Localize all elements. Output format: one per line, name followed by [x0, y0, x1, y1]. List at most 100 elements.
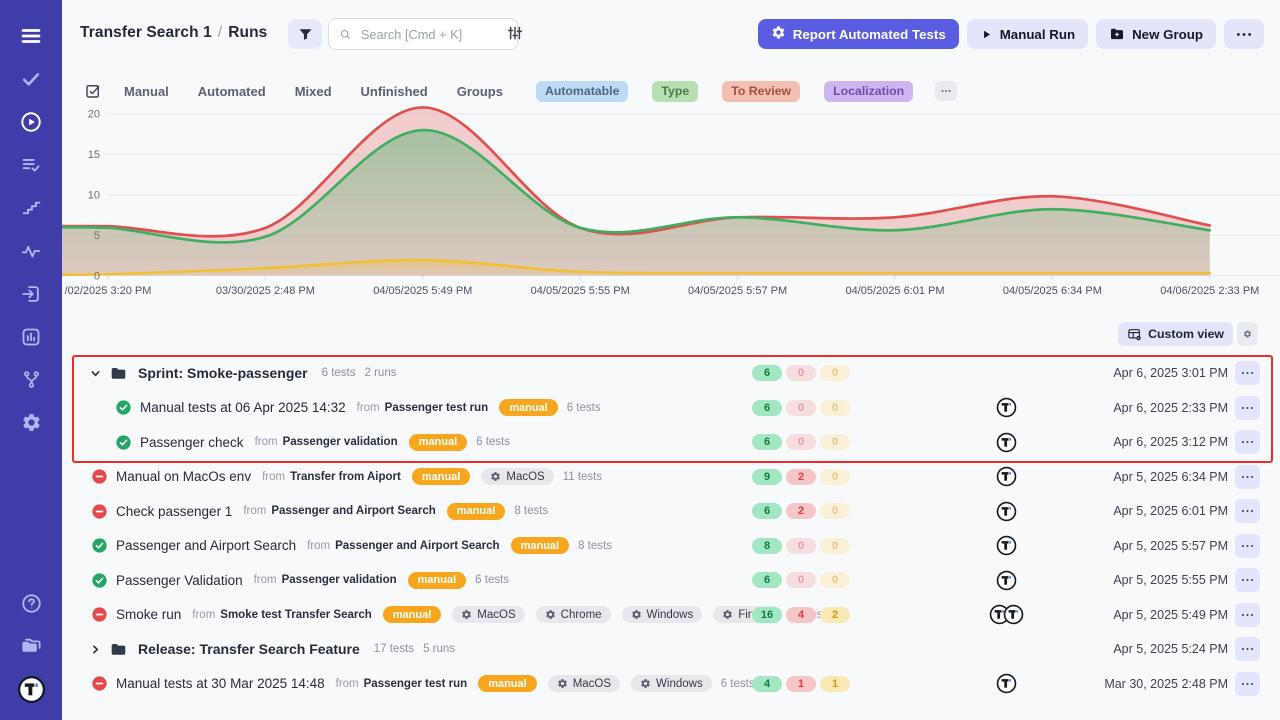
count-pill-passed: 8 — [752, 538, 782, 554]
reports-icon[interactable] — [0, 315, 62, 358]
row-more-button[interactable] — [1235, 361, 1260, 385]
filter-chip-automatable[interactable]: Automatable — [536, 81, 628, 102]
manual-run-button[interactable]: Manual Run — [967, 19, 1088, 49]
run-title[interactable]: Check passenger 1 — [116, 504, 232, 519]
row-more-button[interactable] — [1235, 568, 1260, 592]
runs-history-chart: 05101520/02/2025 3:20 PM03/30/2025 2:48 … — [62, 106, 1280, 302]
run-row[interactable]: Smoke runfromSmoke test Transfer Searchm… — [62, 598, 1280, 633]
row-more-button[interactable] — [1235, 637, 1260, 661]
select-runs-icon[interactable] — [84, 82, 102, 100]
chevron-right-icon[interactable] — [90, 644, 101, 655]
sidebar-nav — [0, 14, 62, 444]
run-title[interactable]: Manual tests at 30 Mar 2025 14:48 — [116, 676, 325, 691]
row-more-button[interactable] — [1235, 603, 1260, 627]
source-plan-name: Passenger and Airport Search — [271, 505, 435, 517]
run-date: Apr 5, 2025 5:49 PM — [1113, 598, 1228, 633]
tab-groups[interactable]: Groups — [457, 84, 503, 99]
custom-view-button[interactable]: Custom view — [1118, 322, 1233, 346]
import-icon[interactable] — [0, 272, 62, 315]
report-automated-tests-button[interactable]: Report Automated Tests — [758, 19, 959, 49]
menu-icon[interactable] — [0, 14, 62, 57]
group-row[interactable]: Release: Transfer Search Feature17 tests… — [62, 632, 1280, 667]
search-input[interactable] — [359, 26, 507, 43]
run-row[interactable]: Manual on MacOs envfromTransfer from Aip… — [62, 460, 1280, 495]
manual-badge: manual — [412, 468, 471, 485]
run-title[interactable]: Manual tests at 06 Apr 2025 14:32 — [140, 400, 346, 415]
row-more-button[interactable] — [1235, 430, 1260, 454]
run-title[interactable]: Passenger Validation — [116, 573, 243, 588]
library-folders-icon[interactable] — [0, 631, 62, 661]
filter-chip-localization[interactable]: Localization — [824, 81, 913, 102]
chips-more-button[interactable] — [935, 81, 957, 101]
source-plan-name: Transfer from Aiport — [290, 471, 401, 483]
count-pill-skipped: 1 — [820, 676, 850, 692]
header-more-button[interactable] — [1224, 19, 1264, 49]
run-row[interactable]: Passenger and Airport SearchfromPassenge… — [62, 529, 1280, 564]
tab-manual[interactable]: Manual — [124, 84, 169, 99]
assignee-avatars — [982, 425, 1030, 460]
result-counts: 600 — [752, 391, 850, 426]
run-date: Apr 5, 2025 5:57 PM — [1113, 529, 1228, 564]
chevron-down-icon[interactable] — [90, 368, 101, 379]
result-counts: 600 — [752, 356, 850, 391]
group-title[interactable]: Release: Transfer Search Feature — [138, 641, 360, 657]
run-date: Apr 6, 2025 2:33 PM — [1113, 391, 1228, 426]
status-passed-icon — [116, 435, 131, 450]
run-title[interactable]: Manual on MacOs env — [116, 469, 251, 484]
milestones-steps-icon[interactable] — [0, 186, 62, 229]
run-row[interactable]: Manual tests at 06 Apr 2025 14:32fromPas… — [62, 391, 1280, 426]
manual-badge: manual — [383, 606, 442, 623]
run-title[interactable]: Passenger check — [140, 435, 244, 450]
row-lead: Manual tests at 30 Mar 2025 14:48fromPas… — [92, 667, 755, 702]
run-title[interactable]: Smoke run — [116, 607, 181, 622]
filter-chip-type[interactable]: Type — [652, 81, 698, 102]
manual-badge: manual — [478, 675, 537, 692]
count-pill-passed: 6 — [752, 572, 782, 588]
run-row[interactable]: Manual tests at 30 Mar 2025 14:48fromPas… — [62, 667, 1280, 702]
row-lead: Sprint: Smoke-passenger6 tests2 runs — [90, 356, 396, 391]
runs-icon[interactable] — [0, 100, 62, 143]
run-title[interactable]: Passenger and Airport Search — [116, 538, 296, 553]
new-group-button[interactable]: New Group — [1096, 19, 1216, 49]
view-bar: Custom view — [62, 322, 1280, 348]
status-passed-icon — [116, 400, 131, 415]
view-settings-button[interactable] — [1237, 322, 1258, 346]
settings-gear-icon[interactable] — [0, 401, 62, 444]
row-more-button[interactable] — [1235, 396, 1260, 420]
automation-cog-icon — [771, 25, 786, 43]
row-more-button[interactable] — [1235, 672, 1260, 696]
tasks-check-icon[interactable] — [0, 57, 62, 100]
branch-icon[interactable] — [0, 358, 62, 401]
source-plan-name: Passenger validation — [282, 574, 397, 586]
pulse-activity-icon[interactable] — [0, 229, 62, 272]
test-plans-icon[interactable] — [0, 143, 62, 186]
search-box[interactable] — [328, 18, 518, 50]
count-pill-passed: 9 — [752, 469, 782, 485]
tab-automated[interactable]: Automated — [198, 84, 266, 99]
user-avatar[interactable] — [0, 674, 62, 704]
tab-mixed[interactable]: Mixed — [295, 84, 332, 99]
help-icon[interactable] — [0, 588, 62, 618]
row-lead: Passenger checkfromPassenger validationm… — [116, 425, 510, 460]
run-row[interactable]: Passenger ValidationfromPassenger valida… — [62, 563, 1280, 598]
svg-text:0: 0 — [94, 270, 100, 282]
row-more-button[interactable] — [1235, 534, 1260, 558]
tab-unfinished[interactable]: Unfinished — [361, 84, 428, 99]
search-icon — [339, 27, 352, 42]
topbar: Transfer Search 1/Runs Report Automated … — [62, 0, 1280, 66]
row-more-button[interactable] — [1235, 499, 1260, 523]
filter-chip-to-review[interactable]: To Review — [722, 81, 800, 102]
filter-button[interactable] — [288, 19, 322, 49]
count-pill-skipped: 0 — [820, 400, 850, 416]
result-counts: 1642 — [752, 598, 850, 633]
run-row[interactable]: Passenger checkfromPassenger validationm… — [62, 425, 1280, 460]
count-pill-skipped: 2 — [820, 607, 850, 623]
env-chip: MacOS — [548, 675, 620, 692]
row-more-button[interactable] — [1235, 465, 1260, 489]
assignee-avatars — [982, 460, 1030, 495]
group-title[interactable]: Sprint: Smoke-passenger — [138, 365, 308, 381]
group-row[interactable]: Sprint: Smoke-passenger6 tests2 runs600A… — [62, 356, 1280, 391]
filter-settings-icon[interactable] — [506, 24, 524, 47]
run-row[interactable]: Check passenger 1fromPassenger and Airpo… — [62, 494, 1280, 529]
count-pill-skipped: 0 — [820, 434, 850, 450]
